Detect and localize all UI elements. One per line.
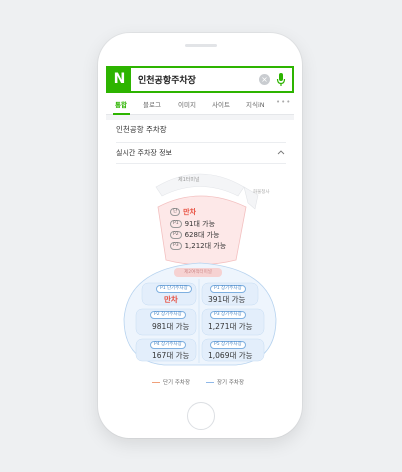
parking-status[interactable]: 1,069대 가능: [208, 350, 253, 361]
parking-status: 628대 가능: [184, 231, 220, 239]
parking-status[interactable]: 391대 가능: [208, 294, 245, 305]
legend-short-swatch: [152, 381, 160, 384]
terminal2-label: 제2여객터미널: [174, 268, 222, 277]
legend-long-term: 장기 주차장: [206, 378, 244, 386]
legend-short-term: 단기 주차장: [152, 378, 190, 386]
parking-tag: P5 장기주차장: [210, 341, 246, 349]
parking-tag: P1 단기주차장: [156, 285, 192, 293]
phone-speaker: [185, 44, 217, 47]
parking-status[interactable]: 1,271대 가능: [208, 321, 253, 332]
legend-long-label: 장기 주차장: [217, 380, 245, 386]
parking-tag: P2 장기주차장: [150, 311, 186, 319]
terminal1-row[interactable]: P3 1,212대 가능: [170, 241, 226, 251]
terminal1-name: 제1터미널: [178, 177, 200, 183]
parking-tag: P2: [170, 231, 182, 239]
terminal1-row[interactable]: 단 만차: [170, 207, 196, 217]
parking-status[interactable]: 만차: [164, 294, 178, 305]
parking-status: 1,212대 가능: [184, 242, 227, 250]
parking-tag: P1: [170, 220, 182, 228]
terminal1-building-shape: [155, 173, 245, 197]
parking-tag: P3: [170, 242, 182, 250]
phone-screen: N 인천공항주차장 × 통합 블로그 이미지 사이트 지식iN ••• 인천공항…: [106, 63, 294, 394]
legend-short-label: 단기 주차장: [163, 380, 191, 386]
phone-home-button[interactable]: [187, 402, 215, 430]
parking-tag: P1 장기주차장: [210, 285, 246, 293]
terminal1-side-label: 화물청사: [253, 190, 270, 195]
parking-status[interactable]: 981대 가능: [152, 321, 189, 332]
parking-status[interactable]: 167대 가능: [152, 350, 189, 361]
parking-tag: 단: [170, 208, 181, 216]
legend-long-swatch: [206, 381, 214, 384]
terminal1-row[interactable]: P1 91대 가능: [170, 219, 215, 229]
terminal1-row[interactable]: P2 628대 가능: [170, 230, 219, 240]
parking-status: 91대 가능: [184, 220, 216, 228]
parking-tag: P3 장기주차장: [210, 311, 246, 319]
parking-tag: P4 장기주차장: [150, 341, 186, 349]
parking-status: 만차: [183, 208, 197, 216]
